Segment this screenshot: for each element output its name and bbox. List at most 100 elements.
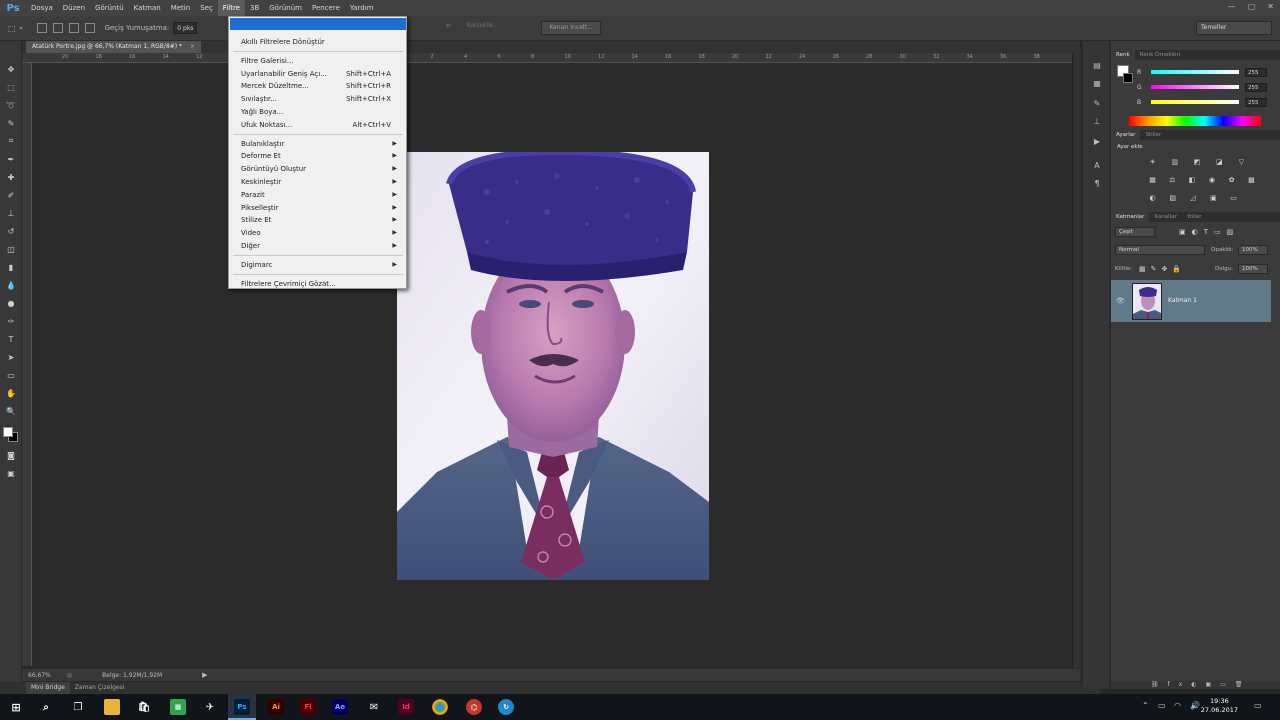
healing-brush-icon[interactable]: ✚ xyxy=(4,171,18,183)
illustrator-taskbar-icon[interactable]: Ai xyxy=(268,699,284,715)
new-selection-icon[interactable] xyxy=(36,23,47,33)
levels-icon[interactable]: ▥ xyxy=(1169,157,1180,166)
foreground-color-swatch[interactable] xyxy=(3,427,13,437)
filter-menu-item[interactable]: Digimarc ▶ xyxy=(241,259,401,271)
menu-metin[interactable]: Metin xyxy=(166,0,195,16)
eraser-tool-icon[interactable]: ◫ xyxy=(4,243,18,255)
properties-panel-icon[interactable]: ▦ xyxy=(1091,77,1103,89)
filter-menu-item[interactable]: Ufuk Noktası... Alt+Ctrl+V xyxy=(241,119,401,131)
posterize-icon[interactable]: ▨ xyxy=(1167,193,1178,202)
character-panel-icon[interactable]: A xyxy=(1091,159,1103,171)
history-panel-icon[interactable]: ▤ xyxy=(1091,59,1103,71)
blur-tool-icon[interactable]: 💧 xyxy=(4,279,18,291)
filter-menu-item[interactable]: Uyarlanabilir Geniş Açı... Shift+Ctrl+A xyxy=(241,68,401,80)
photo-filter-icon[interactable]: ◉ xyxy=(1206,175,1217,184)
maximize-icon[interactable]: ▢ xyxy=(1248,2,1256,11)
notification-icon[interactable]: ▭ xyxy=(1254,701,1262,710)
search-icon[interactable]: ⌕ xyxy=(38,699,54,715)
blend-mode-select[interactable]: Normal xyxy=(1115,245,1205,255)
menu-yardim[interactable]: Yardım xyxy=(345,0,379,16)
menu-pencere[interactable]: Pencere xyxy=(307,0,345,16)
invert-icon[interactable]: ◐ xyxy=(1147,193,1158,202)
acrobat-icon[interactable]: ⌬ xyxy=(466,699,482,715)
filter-menu-item[interactable]: Yağlı Boya... xyxy=(241,106,401,118)
filter-menu-item[interactable]: Deforme Et ▶ xyxy=(241,150,401,162)
color-balance-icon[interactable]: ⚖ xyxy=(1167,175,1178,184)
history-brush-icon[interactable]: ↺ xyxy=(4,225,18,237)
menu-katman[interactable]: Katman xyxy=(129,0,166,16)
green-channel-slider[interactable] xyxy=(1151,85,1239,89)
brush-panel-icon[interactable]: ✎ xyxy=(1091,97,1103,109)
menu-filtre[interactable]: Filtre xyxy=(217,0,245,16)
tab-timeline[interactable]: Zaman Çizelgesi xyxy=(70,682,130,694)
quick-select-tool-icon[interactable]: ✎ xyxy=(4,117,18,129)
intersect-selection-icon[interactable] xyxy=(84,23,95,33)
tab-layers[interactable]: Katmanlar xyxy=(1111,212,1150,222)
exposure-icon[interactable]: ◪ xyxy=(1214,157,1225,166)
tab-color[interactable]: Renk xyxy=(1111,50,1135,60)
network-icon[interactable]: ▭ xyxy=(1158,701,1166,710)
volume-icon[interactable]: 🔊 xyxy=(1190,701,1200,710)
layer-filter-icons[interactable]: ▣◐T▭▨ xyxy=(1179,228,1239,236)
vibrance-icon[interactable]: ▽ xyxy=(1236,157,1247,166)
menu-goruntu[interactable]: Görüntü xyxy=(90,0,129,16)
selective-color-icon[interactable]: ▣ xyxy=(1208,193,1219,202)
gradient-map-icon[interactable]: ▭ xyxy=(1228,193,1239,202)
green-channel-value[interactable]: 255 xyxy=(1245,82,1267,92)
tab-mini-bridge[interactable]: Mini Bridge xyxy=(26,682,70,694)
lock-icons[interactable]: ▦✎✥🔒 xyxy=(1139,265,1186,273)
channel-mixer-icon[interactable]: ✿ xyxy=(1226,175,1237,184)
filter-menu-item[interactable]: Parazit ▶ xyxy=(241,189,401,201)
last-filter-item-highlight[interactable] xyxy=(230,18,406,30)
filter-menu-item[interactable]: Filtrelere Çevrimiçi Gözat... xyxy=(241,278,401,290)
layer-row[interactable]: 👁 Katman 1 xyxy=(1111,280,1271,322)
background-color-swatch[interactable] xyxy=(1123,73,1133,83)
marquee-tool-icon[interactable]: ⬚ xyxy=(4,81,18,93)
store-icon[interactable]: 🛍 xyxy=(136,699,152,715)
refine-edge-button[interactable]: Kenarı İncelt... xyxy=(541,21,601,35)
windows-start-icon[interactable]: ⊞ xyxy=(8,699,24,715)
flash-taskbar-icon[interactable]: Fl xyxy=(300,699,316,715)
layer-footer-icons[interactable]: ⛓fx◐▣▭🗑 xyxy=(1151,681,1251,688)
black-white-icon[interactable]: ◧ xyxy=(1187,175,1198,184)
close-tab-icon[interactable]: × xyxy=(190,43,195,50)
photoshop-taskbar-icon[interactable]: Ps xyxy=(234,699,250,715)
status-info-icon[interactable]: ◎ xyxy=(67,672,72,679)
sync-app-icon[interactable]: ↻ xyxy=(498,699,514,715)
filter-menu-item[interactable]: Diğer ▶ xyxy=(241,240,401,252)
type-tool-icon[interactable]: T xyxy=(4,333,18,345)
marquee-tool-icon[interactable]: ⬚ xyxy=(8,24,16,33)
mail-icon[interactable]: ✉ xyxy=(366,699,382,715)
filter-menu-item[interactable]: Mercek Düzeltme... Shift+Ctrl+R xyxy=(241,80,401,92)
add-selection-icon[interactable] xyxy=(52,23,63,33)
eyedropper-tool-icon[interactable]: ✒ xyxy=(4,153,18,165)
filter-menu-item[interactable]: Akıllı Filtrelere Dönüştür xyxy=(241,36,401,48)
filter-menu-item[interactable]: Sıvılaştır... Shift+Ctrl+X xyxy=(241,93,401,105)
sheets-app-icon[interactable]: ▦ xyxy=(170,699,186,715)
lasso-tool-icon[interactable]: ➰ xyxy=(4,99,18,111)
layer-name[interactable]: Katman 1 xyxy=(1168,297,1197,304)
dodge-tool-icon[interactable]: ● xyxy=(4,297,18,309)
canvas-vertical-scrollbar[interactable] xyxy=(1072,53,1081,679)
zoom-tool-icon[interactable]: 🔍 xyxy=(4,405,18,417)
close-icon[interactable]: ✕ xyxy=(1267,2,1274,11)
screen-mode-icon[interactable]: ▣ xyxy=(4,467,18,479)
filter-menu-item[interactable]: Video ▶ xyxy=(241,227,401,239)
layer-kind-filter[interactable]: Çeşit xyxy=(1115,227,1155,237)
quick-mask-icon[interactable]: ◙ xyxy=(4,449,18,461)
filter-menu-item[interactable]: Pikselleştir ▶ xyxy=(241,202,401,214)
document-tab[interactable]: Atatürk Portre.jpg @ 66,7% (Katman 1, RG… xyxy=(26,41,201,53)
filter-menu-item[interactable]: Görüntüyü Oluştur ▶ xyxy=(241,163,401,175)
shape-tool-icon[interactable]: ▭ xyxy=(4,369,18,381)
tab-swatches[interactable]: Renk Örnekleri xyxy=(1135,50,1186,60)
blue-channel-value[interactable]: 255 xyxy=(1245,97,1267,107)
color-lookup-icon[interactable]: ▩ xyxy=(1246,175,1257,184)
menu-3b[interactable]: 3B xyxy=(245,0,264,16)
menu-gorunum[interactable]: Görünüm xyxy=(264,0,307,16)
workspace-select[interactable]: Temeller xyxy=(1196,21,1272,35)
menu-sec[interactable]: Seç xyxy=(195,0,218,16)
file-explorer-icon[interactable] xyxy=(104,699,120,715)
filter-menu-item[interactable]: Stilize Et ▶ xyxy=(241,214,401,226)
path-select-icon[interactable]: ➤ xyxy=(4,351,18,363)
task-view-icon[interactable]: ❐ xyxy=(70,699,86,715)
